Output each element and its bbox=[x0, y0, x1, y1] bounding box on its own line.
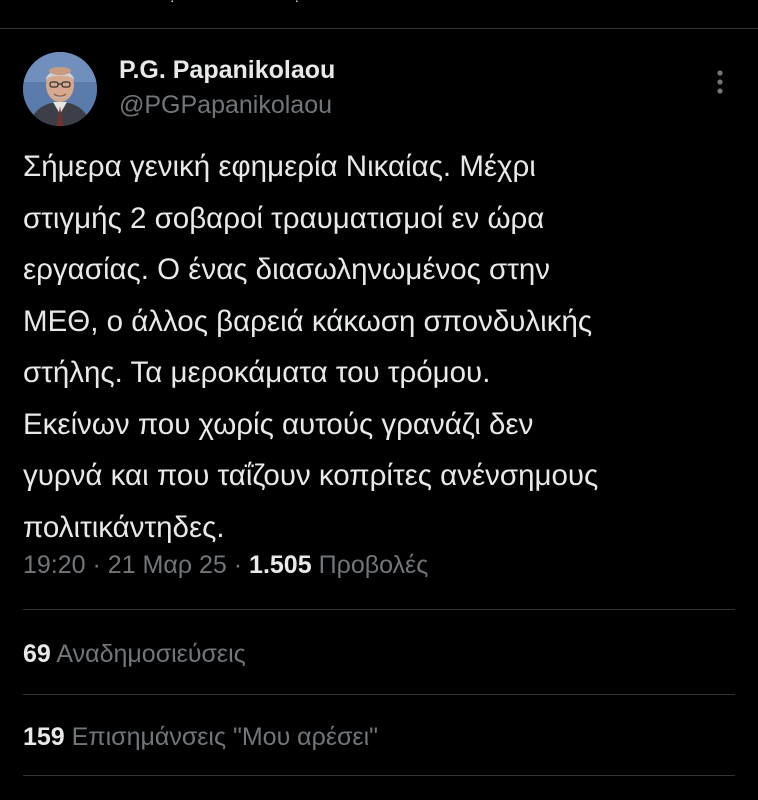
person-portrait-icon bbox=[23, 52, 97, 126]
previous-content-strip: · · bbox=[0, 0, 758, 28]
tweet-metadata: 19:20 · 21 Μαρ 25 · 1.505 Προβολές bbox=[23, 551, 428, 580]
reposts-label: Αναδημοσιεύσεις bbox=[56, 640, 246, 668]
author-handle[interactable]: @PGPapanikolaou bbox=[119, 91, 332, 120]
stats-divider bbox=[23, 775, 735, 776]
author-name[interactable]: P.G. Papanikolaou bbox=[119, 56, 335, 85]
author-avatar[interactable] bbox=[23, 52, 97, 126]
views-count: 1.505 bbox=[249, 551, 312, 579]
likes-label: Επισημάνσεις "Μου αρέσει" bbox=[71, 723, 379, 751]
top-divider bbox=[0, 28, 758, 29]
stats-divider bbox=[23, 609, 735, 610]
views-label: Προβολές bbox=[318, 551, 429, 579]
likes-count: 159 bbox=[23, 723, 65, 751]
meta-separator: · bbox=[233, 551, 243, 579]
reposts-stat[interactable]: 69 Αναδημοσιεύσεις bbox=[23, 640, 246, 669]
tweet-text: Σήμερα γενική εφημερία Νικαίας. Μέχρι στ… bbox=[23, 150, 599, 544]
more-options-button[interactable] bbox=[708, 67, 732, 99]
tweet-time[interactable]: 19:20 bbox=[23, 551, 86, 579]
more-vertical-icon bbox=[717, 70, 723, 94]
likes-stat[interactable]: 159 Επισημάνσεις "Μου αρέσει" bbox=[23, 723, 378, 752]
stats-divider bbox=[23, 694, 735, 695]
clipped-previous-text: · · bbox=[170, 0, 358, 8]
tweet-date[interactable]: 21 Μαρ 25 bbox=[108, 551, 227, 579]
meta-separator: · bbox=[92, 551, 101, 579]
reposts-count: 69 bbox=[23, 640, 51, 668]
